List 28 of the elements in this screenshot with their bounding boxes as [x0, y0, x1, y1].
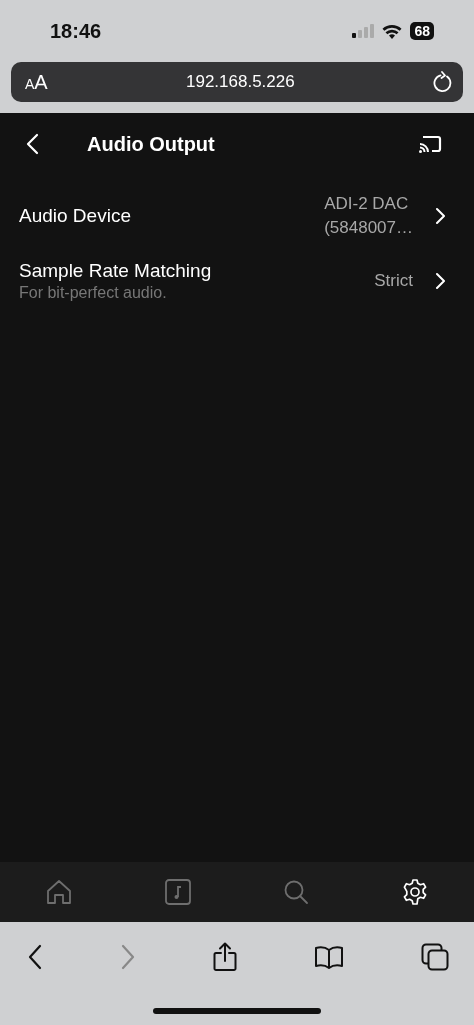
setting-description: For bit-perfect audio. — [19, 284, 168, 302]
home-tab[interactable] — [45, 878, 74, 906]
search-tab[interactable] — [282, 878, 311, 906]
reload-icon[interactable] — [433, 71, 453, 93]
text-size-button[interactable]: AA — [25, 70, 48, 94]
wifi-icon — [382, 23, 403, 39]
status-time: 18:46 — [50, 19, 102, 43]
setting-value: (5848007… — [324, 217, 413, 239]
setting-label: Sample Rate Matching — [19, 260, 212, 282]
page-title: Audio Output — [87, 132, 216, 156]
chevron-right-icon — [435, 207, 445, 225]
setting-label: Audio Device — [19, 205, 131, 227]
settings-row[interactable]: Audio Device ADI-2 DAC (5848007… — [0, 175, 474, 251]
signal-icon — [352, 24, 375, 38]
settings-row[interactable]: Sample Rate Matching For bit-perfect audio. Strict — [0, 251, 474, 311]
battery-level: 68 — [410, 22, 434, 40]
setting-value: ADI-2 DAC — [324, 193, 410, 215]
share-icon[interactable] — [213, 942, 237, 972]
music-tab[interactable] — [163, 878, 192, 906]
address-bar[interactable]: AA 192.168.5.226 — [11, 62, 463, 102]
browser-back-icon[interactable] — [27, 944, 43, 970]
back-icon[interactable] — [25, 133, 39, 155]
book-icon[interactable] — [314, 945, 344, 969]
tabs-icon[interactable] — [421, 943, 449, 971]
setting-value: Strict — [374, 270, 413, 292]
cast-icon[interactable] — [418, 134, 442, 154]
chevron-right-icon — [435, 272, 445, 290]
url-text: 192.168.5.226 — [186, 72, 295, 92]
